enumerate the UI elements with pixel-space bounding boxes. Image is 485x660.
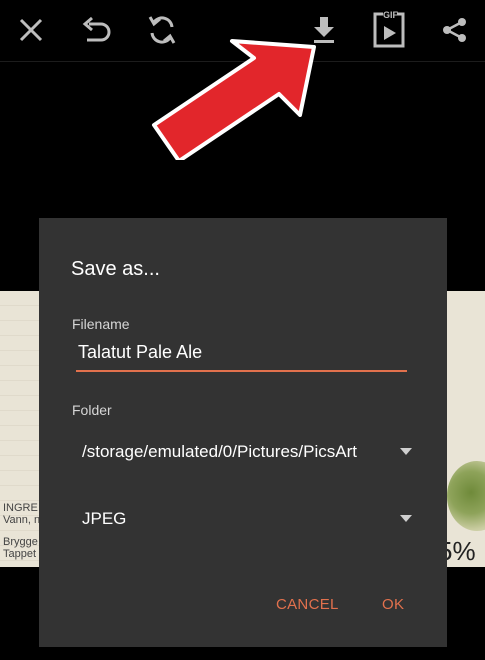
- gif-label: GIF: [383, 10, 398, 20]
- photo-text-line: Brygge: [3, 536, 38, 548]
- photo-text-line: Vann, n: [3, 514, 41, 526]
- format-select[interactable]: JPEG: [82, 503, 412, 533]
- photo-hop-splash: [447, 461, 485, 531]
- folder-value: /storage/emulated/0/Pictures/PicsArt: [82, 442, 357, 461]
- cancel-button[interactable]: CANCEL: [276, 596, 339, 613]
- close-icon[interactable]: [14, 10, 48, 50]
- ok-button[interactable]: OK: [382, 596, 404, 613]
- red-arrow-annotation: [152, 39, 316, 160]
- gif-icon[interactable]: GIF: [372, 10, 406, 50]
- format-value: JPEG: [82, 509, 127, 528]
- filename-label: Filename: [72, 316, 130, 332]
- folder-label: Folder: [72, 402, 112, 418]
- photo-text-line: Tappet: [3, 548, 37, 560]
- folder-select[interactable]: /storage/emulated/0/Pictures/PicsArt: [82, 436, 412, 466]
- photo-text-line: INGRE: [3, 502, 38, 514]
- dropdown-caret-icon: [400, 448, 412, 455]
- dialog-title: Save as...: [71, 258, 160, 280]
- share-icon[interactable]: [438, 10, 472, 50]
- filename-input[interactable]: Talatut Pale Ale: [76, 340, 407, 372]
- dropdown-caret-icon: [400, 515, 412, 522]
- save-as-dialog: Save as... Filename Talatut Pale Ale Fol…: [39, 218, 447, 647]
- undo-icon[interactable]: [80, 10, 114, 50]
